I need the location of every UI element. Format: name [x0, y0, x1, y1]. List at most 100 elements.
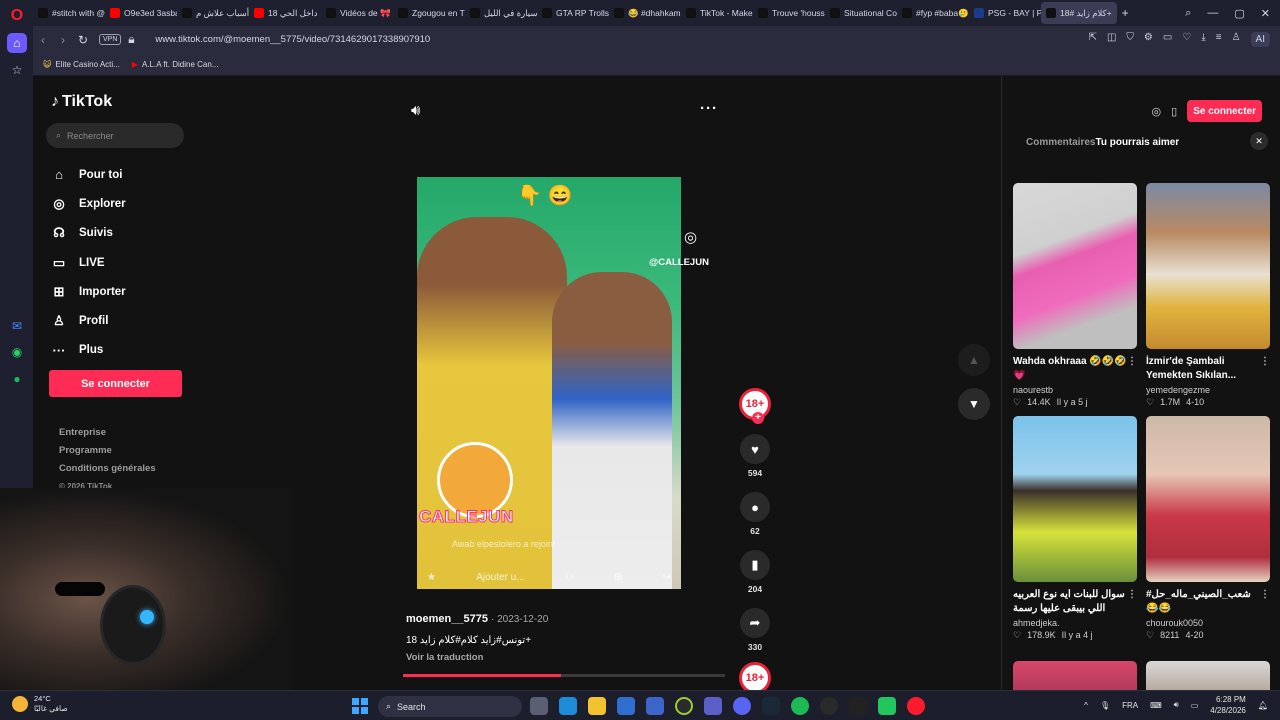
browser-tab[interactable]: Situational Co — [825, 2, 897, 24]
browser-tab[interactable]: 😂 #dhahkam — [609, 2, 681, 24]
footer-link[interactable]: Entreprise — [59, 424, 156, 442]
volume-icon[interactable]: 🔊︎ — [1174, 700, 1179, 710]
video-thumbnail[interactable] — [1013, 183, 1137, 349]
browser-tab[interactable]: Trouve 'housse — [753, 2, 825, 24]
green-app-icon[interactable] — [878, 697, 896, 715]
compass-icon[interactable]: ◎ — [1152, 105, 1162, 118]
browser-tab[interactable]: Zgougou en T — [393, 2, 465, 24]
weather-widget[interactable]: 24°C صافي غالبًا — [12, 694, 68, 714]
profile-icon[interactable]: ♙ — [1232, 32, 1241, 47]
volume-icon[interactable]: 🔊︎ — [411, 102, 420, 119]
card-author[interactable]: yemedengezme — [1146, 385, 1270, 395]
language-indicator[interactable]: FRA — [1122, 701, 1138, 710]
browser-tab[interactable]: Vidéos de 🎀 — [321, 2, 393, 24]
nav-item-suivis[interactable]: ☊ Suivis — [51, 219, 126, 248]
video-thumbnail[interactable] — [1146, 416, 1270, 582]
video-player[interactable]: 👇 😄 CALLEJUN Awab elpestolero a rejoint … — [417, 177, 681, 589]
footer-link[interactable]: Programme — [59, 442, 156, 460]
footer-link[interactable]: Conditions générales — [59, 460, 156, 478]
edge-icon[interactable] — [559, 697, 577, 715]
browser-tab[interactable]: #stitch with @ — [33, 2, 105, 24]
nav-item-live[interactable]: ▭ LIVE — [51, 248, 126, 277]
lock-icon[interactable]: 🔒︎ — [121, 32, 141, 47]
creator-avatar[interactable]: 18+ + — [739, 388, 771, 424]
spotify-icon[interactable]: ● — [7, 369, 27, 389]
menu-icon[interactable]: ≡ — [1216, 32, 1222, 47]
browser-tab[interactable]: سيارة في الليل — [465, 2, 537, 24]
browser-tab[interactable]: داخل الحي 18 — [249, 2, 321, 24]
aria-ai-button[interactable]: AI — [1250, 32, 1270, 47]
whatsapp-icon[interactable]: ◉ — [7, 342, 27, 362]
video-progress-bar[interactable] — [403, 674, 725, 677]
nav-item-importer[interactable]: ⊞ Importer — [51, 277, 126, 306]
video-thumbnail[interactable] — [1013, 661, 1137, 690]
task-view-icon[interactable] — [530, 697, 548, 715]
forward-icon[interactable]: › — [53, 33, 73, 47]
mic-icon[interactable]: 🎙︎ — [1100, 701, 1110, 710]
video-thumbnail[interactable] — [1013, 416, 1137, 582]
login-button[interactable]: Se connecter — [49, 370, 182, 397]
search-input[interactable]: ⌕ Rechercher — [46, 123, 184, 148]
teams-icon[interactable] — [704, 697, 722, 715]
more-vertical-icon[interactable]: ⋮ — [1260, 355, 1270, 369]
video-thumbnail[interactable] — [1146, 661, 1270, 690]
download-icon[interactable]: ⤓ — [1201, 32, 1205, 47]
share-icon[interactable]: ⇱ — [1089, 32, 1097, 47]
tab-comments[interactable]: Commentaires — [1026, 137, 1095, 154]
terminal-icon[interactable] — [849, 697, 867, 715]
messenger-icon[interactable]: ✉ — [7, 316, 27, 336]
nav-item-pour-toi[interactable]: ⌂ Pour toi — [51, 160, 126, 189]
pip-icon[interactable]: ▭ — [1163, 32, 1172, 47]
xbox-icon[interactable] — [675, 697, 693, 715]
extension-icon[interactable]: ⚙ — [1144, 32, 1153, 47]
like-button[interactable]: ♥ — [740, 434, 770, 464]
card-author[interactable]: naourestb — [1013, 385, 1137, 395]
bookmark-item[interactable]: 😺︎ Elite Casino Acti... — [43, 60, 120, 69]
panel-login-button[interactable]: Se connecter — [1187, 100, 1262, 122]
outlook-icon[interactable] — [617, 697, 635, 715]
close-panel-button[interactable]: ✕ — [1250, 132, 1268, 150]
share-button[interactable]: ➦ — [740, 608, 770, 638]
previous-video-button[interactable]: ▲ — [958, 344, 990, 376]
heart-icon[interactable]: ♡ — [1182, 32, 1191, 47]
github-icon[interactable] — [820, 697, 838, 715]
new-tab-button[interactable]: + — [1117, 2, 1134, 24]
network-icon[interactable]: ⌨ — [1150, 701, 1162, 710]
browser-tab[interactable]: TikTok - Make — [681, 2, 753, 24]
folder-icon[interactable] — [588, 697, 606, 715]
clock[interactable]: 6:28 PM 4/28/2026 — [1210, 694, 1246, 716]
minimize-icon[interactable]: — — [1207, 7, 1218, 20]
browser-tab[interactable]: #fyp #baba🥲 — [897, 2, 969, 24]
start-button[interactable] — [352, 698, 368, 714]
back-icon[interactable]: ‹ — [33, 33, 53, 47]
card-author[interactable]: ahmedjeka. — [1013, 618, 1137, 628]
steam-icon[interactable] — [762, 697, 780, 715]
chevron-up-icon[interactable]: ^ — [1084, 701, 1088, 710]
author-name[interactable]: moemen__5775 — [406, 613, 488, 625]
browser-tab[interactable]: PSG - BAY | PS — [969, 2, 1041, 24]
video-thumbnail[interactable] — [1146, 183, 1270, 349]
close-window-icon[interactable]: ✕ — [1261, 7, 1270, 20]
card-author[interactable]: chourouk0050 — [1146, 618, 1270, 628]
taskbar-search[interactable]: ⌕ Search — [378, 696, 522, 717]
translate-link[interactable]: Voir la traduction — [406, 652, 548, 663]
nav-item-explorer[interactable]: ◎ Explorer — [51, 189, 125, 218]
browser-tab[interactable]: GTA RP Trolls — [537, 2, 609, 24]
camera-icon[interactable]: ◫ — [1107, 32, 1116, 47]
browser-tab[interactable]: كلام زايد #18+ — [1041, 2, 1117, 24]
suggestion-card[interactable]: سوال للبنات ايه نوع العربيه اللي بيبقى ع… — [1013, 416, 1137, 641]
home-icon[interactable]: ⌂ — [7, 33, 27, 53]
opera-icon[interactable] — [907, 697, 925, 715]
nav-item-plus[interactable]: ··· Plus — [51, 336, 126, 365]
url-field[interactable]: www.tiktok.com/@moemen__5775/video/73146… — [155, 34, 430, 45]
suggestion-card[interactable]: شعب_الصيني_ماله_حل# 😂😂 #القيروان_ام_المد… — [1146, 416, 1270, 641]
next-video-button[interactable]: ▼ — [958, 388, 990, 420]
search-tabs-icon[interactable]: ⌕ — [1185, 7, 1191, 20]
phone-icon[interactable]: ▯ — [1171, 105, 1177, 118]
browser-tab[interactable]: O9e3ed 3asba — [105, 2, 177, 24]
bookmark-item[interactable]: ▶ A.L.A ft. Didine Can... — [132, 60, 219, 69]
notifications-icon[interactable]: 🔔︎ — [1258, 701, 1268, 710]
reload-icon[interactable]: ↻ — [73, 33, 93, 47]
more-vertical-icon[interactable]: ⋮ — [1260, 588, 1270, 602]
more-vertical-icon[interactable]: ⋮ — [1127, 588, 1137, 602]
